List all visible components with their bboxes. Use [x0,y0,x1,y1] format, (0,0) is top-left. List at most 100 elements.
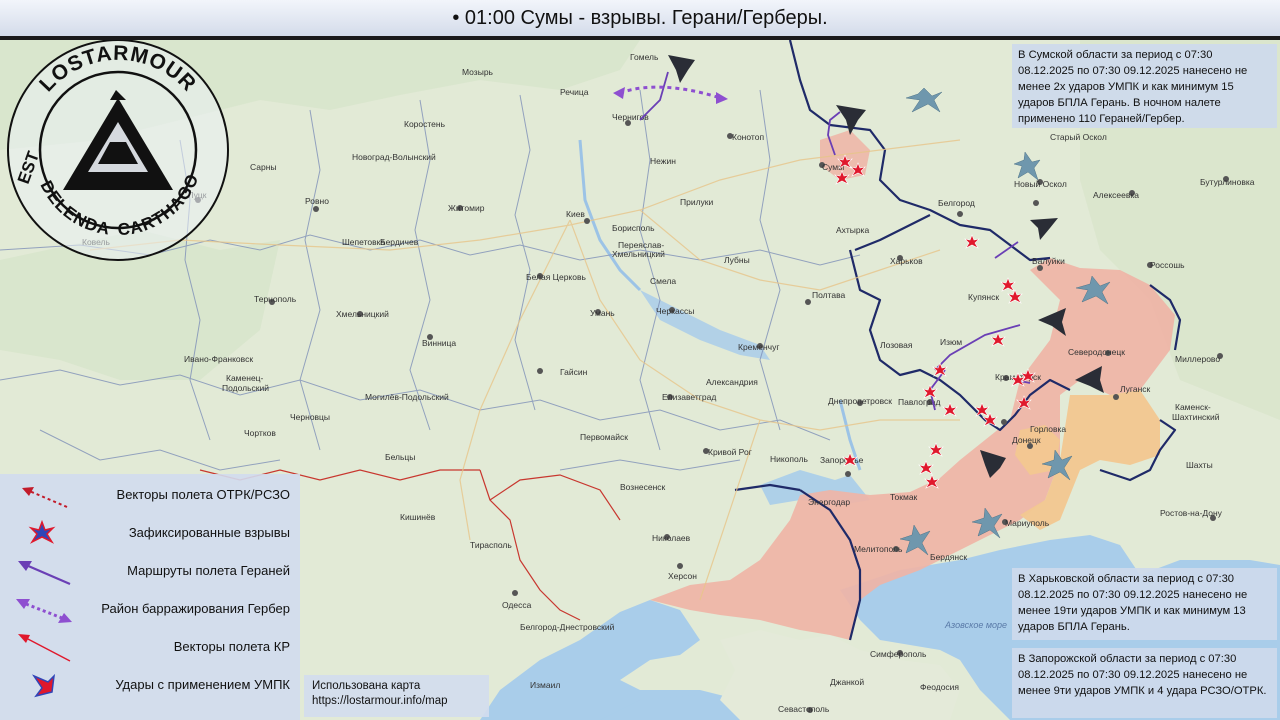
svg-text:Мозырь: Мозырь [462,67,494,77]
svg-text:Киев: Киев [566,209,585,219]
svg-text:Симферополь: Симферополь [870,649,927,659]
svg-text:Лубны: Лубны [724,255,750,265]
svg-text:Россошь: Россошь [1150,260,1185,270]
svg-text:Кишинёв: Кишинёв [400,512,436,522]
svg-text:Днепропетровск: Днепропетровск [828,396,892,406]
svg-text:Кривой Рог: Кривой Рог [708,447,752,457]
svg-text:Белгород-Днестровский: Белгород-Днестровский [520,622,615,632]
legend-item-gerber: Район барражирования Гербер [0,590,300,628]
svg-text:Коростень: Коростень [404,119,446,129]
dotted-red-arrow-icon [22,487,68,508]
svg-text:Речица: Речица [560,87,589,97]
svg-text:Конотоп: Конотоп [732,132,764,142]
legend-panel: Векторы полета ОТРК/РСЗО Зафиксированные… [0,474,300,720]
svg-text:Новый Оскол: Новый Оскол [1014,179,1067,189]
svg-text:Ивано-Франковск: Ивано-Франковск [184,354,253,364]
svg-text:Севастополь: Севастополь [778,704,830,714]
source-box: Использована карта https://lostarmour.in… [304,675,489,717]
explosion-icon [28,519,56,544]
svg-text:Черновцы: Черновцы [290,412,330,422]
svg-text:Подольский: Подольский [222,383,269,393]
svg-text:Могилёв-Подольский: Могилёв-Подольский [365,392,449,402]
sumy-info-box: В Сумской области за период с 07:30 08.1… [1012,44,1277,128]
svg-text:Первомайск: Первомайск [580,432,628,442]
zaporozhye-info-text: В Запорожской области за период с 07:30 … [1018,653,1267,697]
svg-text:Горловка: Горловка [1030,424,1066,434]
svg-text:Николаев: Николаев [652,533,691,543]
svg-text:Херсон: Херсон [668,571,697,581]
legend-item-geran-route: Маршруты полета Гераней [0,552,300,590]
svg-text:Елизаветград: Елизаветград [662,392,716,402]
svg-text:Харьков: Харьков [890,256,923,266]
svg-text:Лозовая: Лозовая [880,340,913,350]
svg-text:Каменск-: Каменск- [1175,402,1211,412]
svg-text:Умань: Умань [590,308,615,318]
title-bar: • 01:00 Сумы - взрывы. Герани/Герберы. [0,0,1280,40]
svg-text:Изюм: Изюм [940,337,962,347]
page-title: • 01:00 Сумы - взрывы. Герани/Герберы. [452,6,828,29]
svg-text:Кременчуг: Кременчуг [738,342,779,352]
svg-text:Луганск: Луганск [1120,384,1151,394]
legend-label-umpk: Удары с применением УМПК [115,677,290,692]
svg-text:Полтава: Полтава [812,290,846,300]
svg-text:Хмельницкий: Хмельницкий [336,309,389,319]
svg-text:Шахты: Шахты [1186,460,1213,470]
svg-text:Гайсин: Гайсин [560,367,588,377]
svg-text:Новоград-Волынский: Новоград-Волынский [352,152,436,162]
legend-label-explosion: Зафиксированные взрывы [128,525,290,540]
svg-text:Нежин: Нежин [650,156,676,166]
svg-text:Алексеевка: Алексеевка [1093,190,1139,200]
svg-text:Токмак: Токмак [890,492,918,502]
legend-label-kr: Векторы полета КР [173,639,290,654]
legend-item-umpk: Удары с применением УМПК [0,666,300,704]
svg-text:Чортков: Чортков [244,428,276,438]
kharkov-info-text: В Харьковской области за период с 07:30 … [1018,573,1248,633]
svg-text:Мариуполь: Мариуполь [1005,518,1050,528]
svg-text:Вознесенск: Вознесенск [620,482,666,492]
svg-text:Тирасполь: Тирасполь [470,540,512,550]
svg-text:Шахтинский: Шахтинский [1172,412,1220,422]
svg-text:Винница: Винница [422,338,456,348]
svg-text:Северодонецк: Северодонецк [1068,347,1125,357]
svg-text:Донецк: Донецк [1012,435,1041,445]
svg-text:Бельцы: Бельцы [385,452,415,462]
purple-dotted-double-arrow-icon [16,599,72,623]
umpk-bomb-icon [31,673,56,698]
svg-text:Феодосия: Феодосия [920,682,959,692]
svg-text:Энергодар: Энергодар [808,497,850,507]
red-thin-arrow-icon [18,634,71,662]
svg-text:Бутурлиновка: Бутурлиновка [1200,177,1255,187]
svg-text:Запорожье: Запорожье [820,455,864,465]
svg-text:Джанкой: Джанкой [830,677,864,687]
legend-label-otrk: Векторы полета ОТРК/РСЗО [116,487,290,502]
svg-text:Одесса: Одесса [502,600,532,610]
source-link[interactable]: https://lostarmour.info/map [312,694,481,709]
svg-text:Шепетовка: Шепетовка [342,237,386,247]
svg-text:Никополь: Никополь [770,454,809,464]
purple-arrow-icon [18,561,71,586]
svg-text:Миллерово: Миллерово [1175,354,1220,364]
svg-text:Сарны: Сарны [250,162,277,172]
svg-text:Прилуки: Прилуки [680,197,714,207]
svg-text:Хмельницкий: Хмельницкий [612,249,665,259]
svg-text:Измаил: Измаил [530,680,560,690]
svg-text:Мелитополь: Мелитополь [854,544,903,554]
svg-text:Борисполь: Борисполь [612,223,655,233]
svg-text:Тернополь: Тернополь [254,294,297,304]
svg-text:Валуйки: Валуйки [1032,256,1065,266]
kharkov-info-box: В Харьковской области за период с 07:30 … [1012,568,1277,640]
legend-item-otrk: Векторы полета ОТРК/РСЗО [0,476,300,514]
svg-text:Купянск: Купянск [968,292,999,302]
svg-text:Старый Оскол: Старый Оскол [1050,132,1107,142]
svg-text:Бердянск: Бердянск [930,552,967,562]
svg-text:Бердичев: Бердичев [380,237,419,247]
svg-text:Ровно: Ровно [305,196,329,206]
svg-text:Белгород: Белгород [938,198,975,208]
svg-text:Черкассы: Черкассы [656,306,694,316]
source-line1: Использована карта [312,680,421,692]
svg-text:Смела: Смела [650,276,676,286]
svg-text:Александрия: Александрия [706,377,758,387]
svg-text:Ростов-на-Дону: Ростов-на-Дону [1160,508,1223,518]
zaporozhye-info-box: В Запорожской области за период с 07:30 … [1012,648,1277,718]
legend-item-kr: Векторы полета КР [0,628,300,666]
